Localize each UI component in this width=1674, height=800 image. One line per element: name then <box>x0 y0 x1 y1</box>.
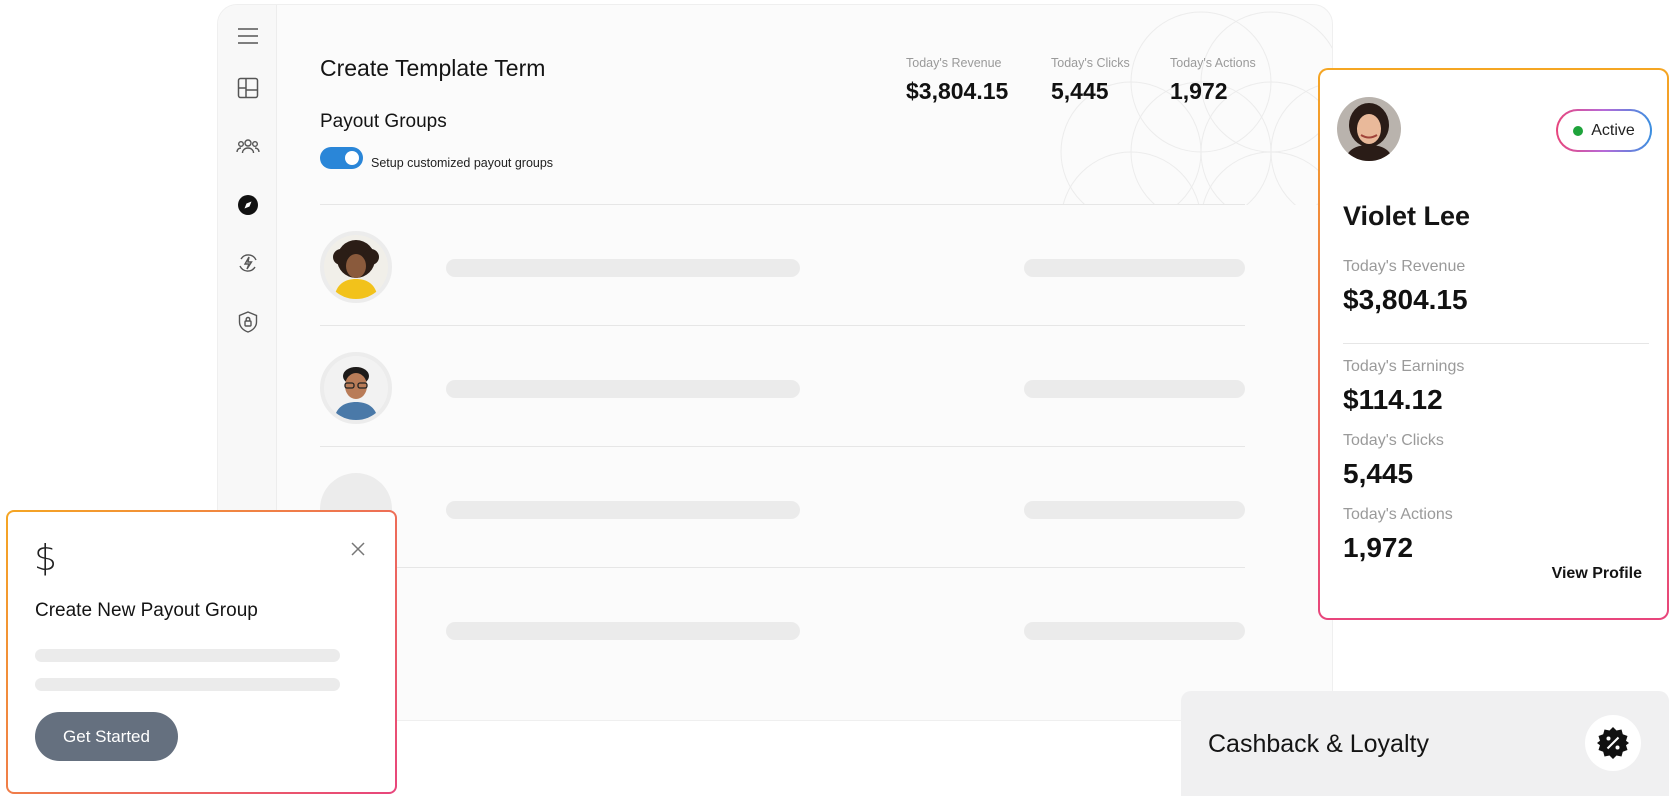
stat-value: 1,972 <box>1170 78 1228 104</box>
page-title: Create Template Term <box>320 55 546 81</box>
placeholder-bar <box>1024 380 1245 398</box>
create-payout-group-modal: $ Create New Payout Group Get Started <box>6 510 397 794</box>
get-started-button[interactable]: Get Started <box>35 712 178 761</box>
decorative-circles <box>1060 11 1332 205</box>
avatar <box>320 352 392 424</box>
status-badge: Active <box>1556 109 1652 152</box>
active-dot <box>1573 125 1584 136</box>
list-item[interactable] <box>320 204 1245 330</box>
stat-label: Today's Actions <box>1170 56 1256 70</box>
modal-title: Create New Payout Group <box>35 600 258 621</box>
cashback-label: Cashback & Loyalty <box>1208 730 1429 758</box>
profile-stat-clicks: Today's Clicks 5,445 <box>1343 432 1444 490</box>
placeholder-bar <box>446 380 800 398</box>
shield-icon[interactable] <box>231 305 265 339</box>
stat-actions: Today's Actions 1,972 <box>1170 56 1256 105</box>
list-item[interactable] <box>320 446 1245 572</box>
stat-label: Today's Revenue <box>906 56 1002 70</box>
compass-icon[interactable] <box>231 188 265 222</box>
profile-stat-earnings: Today's Earnings $114.12 <box>1343 358 1464 416</box>
dashboard-icon[interactable] <box>231 71 265 105</box>
close-icon[interactable] <box>347 538 369 560</box>
list-item[interactable] <box>320 567 1245 693</box>
stat-value: $114.12 <box>1343 384 1443 415</box>
placeholder-bar <box>1024 622 1245 640</box>
stat-label: Today's Revenue <box>1343 258 1466 275</box>
cashback-loyalty-card[interactable]: Cashback & Loyalty <box>1181 691 1669 796</box>
placeholder-bar <box>35 649 340 662</box>
stat-revenue: Today's Revenue $3,804.15 <box>906 56 1008 105</box>
placeholder-bar <box>446 501 800 519</box>
users-icon[interactable] <box>231 129 265 163</box>
stat-label: Today's Clicks <box>1343 432 1444 449</box>
dollar-icon: $ <box>34 538 57 579</box>
placeholder-bar <box>446 259 800 277</box>
percent-badge-icon <box>1585 715 1641 771</box>
profile-stat-actions: Today's Actions 1,972 <box>1343 506 1453 564</box>
avatar <box>1337 97 1401 161</box>
placeholder-bar <box>1024 259 1245 277</box>
stage: Create Template Term Payout Groups Setup… <box>0 0 1674 800</box>
avatar <box>320 231 392 303</box>
section-title: Payout Groups <box>320 111 447 132</box>
stat-label: Today's Clicks <box>1051 56 1130 70</box>
list-item[interactable] <box>320 325 1245 451</box>
lightning-refresh-icon[interactable] <box>231 246 265 280</box>
stat-value: 1,972 <box>1343 532 1414 563</box>
toggle-label: Setup customized payout groups <box>371 156 554 170</box>
stat-value: 5,445 <box>1343 458 1414 489</box>
placeholder-bar <box>1024 501 1245 519</box>
placeholder-bar <box>446 622 800 640</box>
stat-value: $3,804.15 <box>906 78 1009 104</box>
status-text: Active <box>1591 121 1635 139</box>
stat-value: $3,804.15 <box>1343 284 1468 315</box>
payout-groups-toggle[interactable] <box>320 147 363 169</box>
stat-clicks: Today's Clicks 5,445 <box>1051 56 1130 105</box>
profile-stat-revenue: Today's Revenue $3,804.15 <box>1343 258 1468 316</box>
profile-name: Violet Lee <box>1343 201 1471 231</box>
view-profile-link[interactable]: View Profile <box>1552 565 1642 583</box>
stat-label: Today's Actions <box>1343 506 1453 523</box>
stat-value: 5,445 <box>1051 78 1109 104</box>
menu-icon[interactable] <box>231 19 265 53</box>
placeholder-bar <box>35 678 340 691</box>
profile-card: Active Violet Lee Today's Revenue $3,804… <box>1318 68 1669 620</box>
stat-label: Today's Earnings <box>1343 358 1465 375</box>
divider <box>1343 343 1649 344</box>
